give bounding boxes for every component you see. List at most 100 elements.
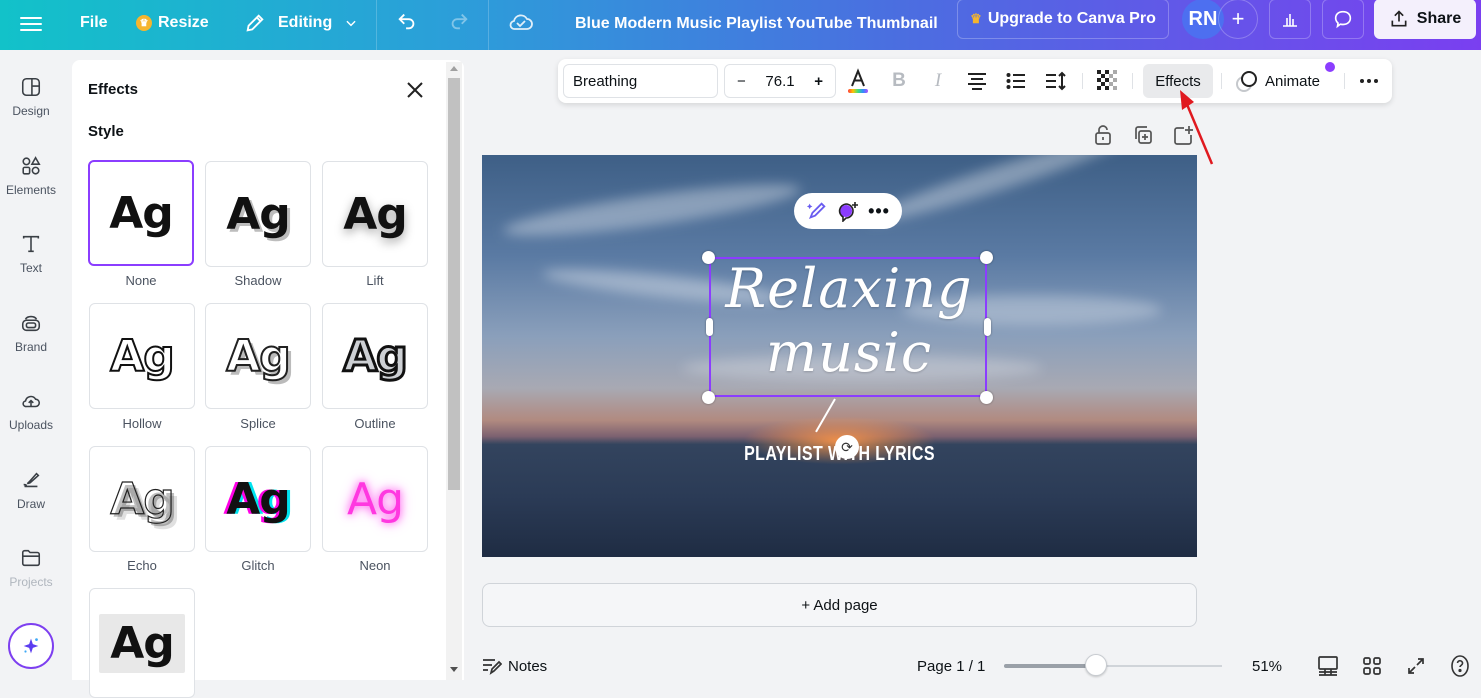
redo-icon[interactable] — [448, 10, 470, 38]
sidebar-item-label: Brand — [14, 340, 48, 354]
file-label: File — [80, 14, 108, 31]
more-options-icon[interactable] — [1355, 67, 1383, 95]
editing-mode-dropdown[interactable]: Editing — [244, 12, 358, 34]
hamburger-icon[interactable] — [20, 13, 42, 35]
duplicate-page-icon[interactable] — [1132, 124, 1154, 151]
new-badge-dot — [1325, 62, 1335, 72]
animate-button[interactable]: Animate — [1235, 64, 1320, 98]
style-label: Outline — [354, 416, 396, 431]
style-option-none[interactable]: Ag — [88, 160, 194, 266]
document-title[interactable]: Blue Modern Music Playlist YouTube Thumb… — [575, 15, 938, 33]
style-label: Splice — [240, 416, 276, 431]
cloud-decoration — [865, 155, 1139, 232]
style-option-background[interactable]: Ag — [89, 588, 195, 698]
text-quick-actions: ••• — [794, 193, 902, 229]
magic-write-icon[interactable] — [806, 200, 828, 222]
sidebar-item-projects[interactable]: Projects — [0, 547, 62, 589]
add-page-button[interactable]: + Add page — [482, 583, 1197, 627]
sidebar-item-label: Draw — [16, 497, 45, 511]
bold-button[interactable]: B — [885, 67, 913, 95]
page-view-icon[interactable] — [1316, 654, 1340, 678]
zoom-percent[interactable]: 51% — [1252, 658, 1282, 675]
rotate-icon[interactable]: ⟳ — [835, 435, 859, 459]
style-option-outline[interactable]: Ag — [322, 303, 428, 409]
scroll-up-arrow-icon[interactable] — [450, 66, 458, 71]
style-option-hollow[interactable]: Ag — [89, 303, 195, 409]
list-button[interactable] — [1002, 67, 1030, 95]
style-option-echo[interactable]: Ag — [89, 446, 195, 552]
magic-button[interactable] — [8, 623, 54, 669]
sidebar-item-label: Uploads — [8, 418, 54, 432]
undo-icon[interactable] — [396, 10, 418, 38]
italic-button[interactable]: I — [924, 67, 952, 95]
side-resize-handle[interactable] — [706, 318, 713, 336]
text-color-button[interactable] — [844, 67, 872, 95]
lock-icon[interactable] — [1093, 124, 1113, 151]
zoom-slider-thumb[interactable] — [1084, 654, 1107, 676]
resize-handle[interactable] — [702, 391, 715, 404]
font-size-input[interactable]: 76.1 — [765, 73, 794, 90]
style-preview: Ag — [226, 473, 291, 525]
increase-font-size-button[interactable]: + — [814, 73, 823, 90]
scrollbar-thumb[interactable] — [448, 78, 460, 490]
style-preview: Ag — [226, 188, 291, 240]
scroll-down-arrow-icon[interactable] — [450, 667, 458, 672]
top-bar: File ♛ Resize Editing Blue Modern Music … — [0, 0, 1481, 50]
spacing-button[interactable] — [1042, 67, 1070, 95]
font-family-select[interactable]: Breathing — [563, 64, 718, 98]
sidebar-item-brand[interactable]: Brand — [0, 312, 62, 354]
sidebar-item-elements[interactable]: Elements — [0, 155, 62, 197]
add-collaborator-button[interactable]: + — [1218, 0, 1258, 39]
editing-label: Editing — [278, 14, 333, 31]
cloud-saved-icon[interactable] — [508, 10, 534, 39]
fullscreen-icon[interactable] — [1404, 654, 1428, 678]
style-preview: Ag — [109, 187, 174, 239]
more-icon[interactable]: ••• — [868, 201, 890, 222]
style-option-shadow[interactable]: Ag — [205, 161, 311, 267]
notes-button[interactable]: Notes — [482, 657, 547, 675]
transparency-button[interactable] — [1094, 67, 1122, 95]
rotate-guide — [815, 398, 836, 433]
notes-icon — [483, 659, 502, 675]
decrease-font-size-button[interactable]: − — [737, 73, 746, 90]
style-label: None — [125, 273, 157, 288]
upgrade-button[interactable]: ♛ Upgrade to Canva Pro — [957, 0, 1169, 39]
help-icon[interactable] — [1448, 654, 1472, 678]
sidebar-item-label: Text — [19, 261, 42, 275]
zoom-slider-fill — [1004, 664, 1096, 668]
style-option-neon[interactable]: Ag — [322, 446, 428, 552]
sidebar-item-design[interactable]: Design — [0, 76, 62, 118]
style-option-glitch[interactable]: Ag — [205, 446, 311, 552]
panel-title: Effects — [88, 81, 139, 98]
section-label: Style — [88, 123, 124, 140]
resize-handle[interactable] — [980, 251, 993, 264]
line-spacing-icon — [1046, 71, 1066, 91]
sidebar-item-draw[interactable]: Draw — [0, 469, 62, 511]
sidebar-item-text[interactable]: Text — [0, 233, 62, 275]
chevron-down-icon — [346, 20, 356, 27]
close-icon[interactable] — [405, 80, 425, 100]
selection-box[interactable] — [709, 257, 987, 397]
upgrade-label: Upgrade to Canva Pro — [987, 10, 1156, 27]
sidebar-item-uploads[interactable]: Uploads — [0, 390, 62, 432]
design-canvas[interactable]: ••• Relaxing music PLAYLIST WITH LYRICS … — [482, 155, 1197, 557]
page-indicator[interactable]: Page 1 / 1 — [917, 658, 985, 675]
resize-button[interactable]: ♛ Resize — [136, 14, 209, 32]
divider — [376, 0, 377, 50]
style-label: Glitch — [241, 558, 275, 573]
file-menu[interactable]: File — [80, 14, 108, 32]
comment-add-icon[interactable] — [836, 200, 860, 222]
add-page-icon[interactable] — [1172, 124, 1194, 151]
align-button[interactable] — [963, 67, 991, 95]
insights-button[interactable] — [1269, 0, 1311, 39]
style-option-lift[interactable]: Ag — [322, 161, 428, 267]
resize-handle[interactable] — [980, 391, 993, 404]
resize-handle[interactable] — [702, 251, 715, 264]
grid-view-icon[interactable] — [1360, 654, 1384, 678]
style-preview: Ag — [109, 330, 176, 383]
side-resize-handle[interactable] — [984, 318, 991, 336]
share-button[interactable]: Share — [1374, 0, 1476, 39]
style-option-splice[interactable]: Ag — [205, 303, 311, 409]
style-label: Hollow — [122, 416, 162, 431]
comments-button[interactable] — [1322, 0, 1364, 39]
